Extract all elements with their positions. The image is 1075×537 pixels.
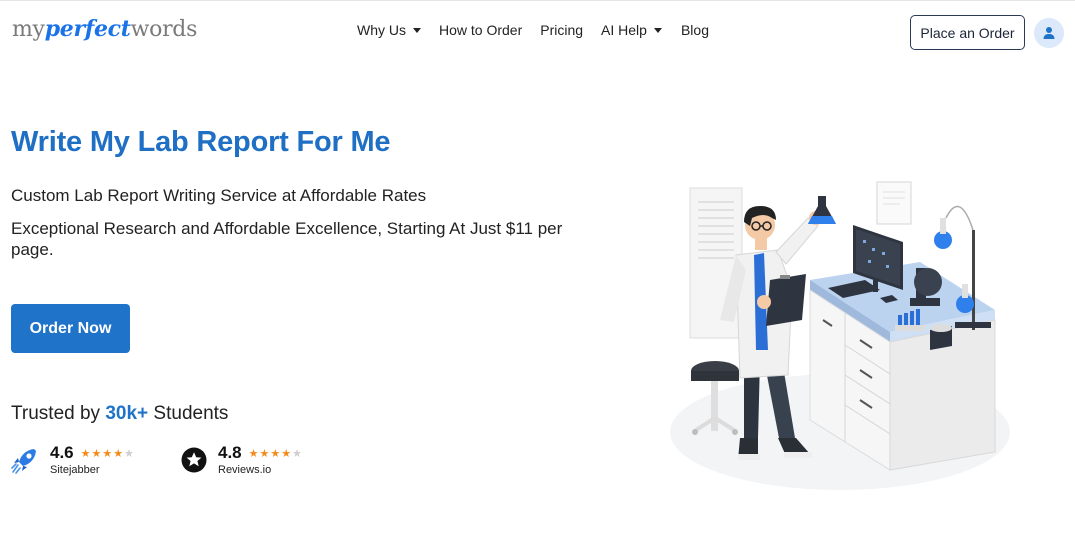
rating-sitejabber[interactable]: 4.6 ★★★★★ Sitejabber — [10, 443, 135, 476]
nav-why-us[interactable]: Why Us — [357, 22, 421, 38]
rocket-icon — [11, 448, 36, 474]
account-button[interactable] — [1034, 18, 1064, 48]
caret-down-icon — [653, 27, 662, 33]
nav-how-to-order[interactable]: How to Order — [439, 22, 522, 38]
order-now-button[interactable]: Order Now — [11, 304, 130, 353]
nav-ai-help[interactable]: AI Help — [601, 22, 662, 38]
site-logo[interactable]: myperfectwords — [12, 16, 197, 42]
nav-pricing-label: Pricing — [540, 22, 584, 38]
trusted-by-text: Trusted by 30k+ Students — [11, 403, 229, 424]
hero-subtitle: Custom Lab Report Writing Service at Aff… — [11, 186, 427, 205]
star-rating-icon: ★★★★★ — [80, 447, 135, 460]
nav-why-us-label: Why Us — [357, 22, 406, 38]
star-rating-icon: ★★★★★ — [248, 447, 303, 460]
trusted-count: 30k+ — [105, 403, 149, 424]
nav-blog[interactable]: Blog — [681, 22, 709, 38]
main-nav: Why Us How to Order Pricing AI Help Blog — [357, 22, 709, 38]
hero-description: Exceptional Research and Affordable Exce… — [11, 219, 563, 259]
place-order-button[interactable]: Place an Order — [910, 15, 1025, 50]
nav-pricing[interactable]: Pricing — [540, 22, 583, 38]
nav-blog-label: Blog — [680, 22, 709, 38]
rating-reviewsio[interactable]: 4.8 ★★★★★ Reviews.io — [180, 443, 303, 476]
page-title: Write My Lab Report For Me — [11, 126, 391, 158]
rating-site-name: Reviews.io — [218, 464, 272, 476]
user-icon — [1043, 27, 1055, 39]
caret-down-icon — [413, 27, 421, 33]
rating-score: 4.6 — [50, 443, 74, 462]
star-badge-icon — [181, 447, 207, 472]
rating-site-name: Sitejabber — [50, 464, 100, 476]
rating-score: 4.8 — [218, 443, 242, 462]
nav-ai-help-label: AI Help — [601, 22, 647, 38]
lab-scientist-illustration — [670, 181, 1010, 490]
nav-how-to-order-label: How to Order — [439, 22, 523, 38]
site-header: myperfectwords Why Us How to Order Prici… — [0, 0, 1075, 64]
